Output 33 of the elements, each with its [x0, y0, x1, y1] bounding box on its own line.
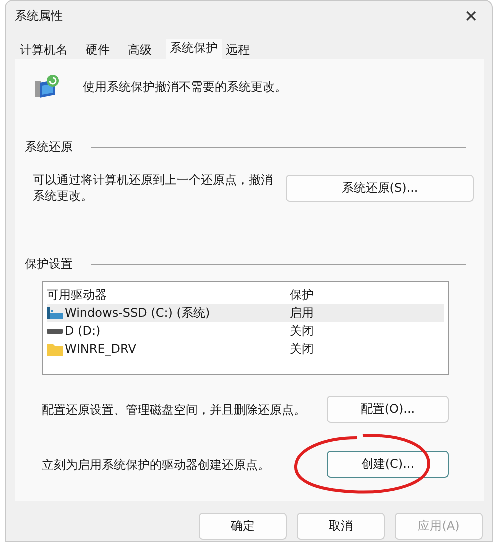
- restore-description: 可以通过将计算机还原到上一个还原点，撤消系统更改。: [33, 172, 274, 204]
- drive-name: D (D:): [65, 324, 101, 338]
- drive-row[interactable]: D (D:) 关闭: [47, 322, 444, 340]
- create-description: 立刻为启用系统保护的驱动器创建还原点。: [42, 456, 271, 472]
- protection-status: 关闭: [290, 322, 314, 340]
- drive-icon: [47, 307, 63, 319]
- window-title: 系统属性: [15, 8, 63, 24]
- tab[interactable]: 系统保护: [166, 39, 222, 59]
- drive-icon: [47, 328, 63, 334]
- protection-status: 启用: [290, 304, 314, 322]
- tab[interactable]: 远程: [222, 41, 254, 59]
- column-header[interactable]: 保护: [290, 286, 314, 304]
- dialog-button[interactable]: 确定: [199, 513, 287, 540]
- group-title: 系统还原: [25, 139, 73, 156]
- configure-description: 配置还原设置、管理磁盘空间，并且删除还原点。: [42, 402, 307, 418]
- system-restore-button[interactable]: 系统还原(S)...: [286, 174, 474, 202]
- drive-row[interactable]: Windows-SSD (C:) (系统) 启用: [47, 304, 444, 322]
- drive-name: WINRE_DRV: [65, 342, 136, 356]
- column-header[interactable]: 可用驱动器: [47, 286, 290, 304]
- dialog-button[interactable]: 取消: [297, 513, 385, 540]
- group-title: 保护设置: [25, 256, 73, 273]
- tab[interactable]: 计算机名: [16, 41, 72, 59]
- folder-icon: [47, 342, 63, 356]
- computer-shield-icon: [33, 73, 61, 101]
- configure-button[interactable]: 配置(O)...: [326, 396, 449, 423]
- drive-name: Windows-SSD (C:) (系统): [65, 304, 210, 322]
- close-icon[interactable]: ✕: [458, 6, 484, 26]
- tab[interactable]: 高级: [124, 41, 156, 59]
- drive-row[interactable]: WINRE_DRV 关闭: [47, 340, 444, 358]
- create-button[interactable]: 创建(C)...: [326, 451, 449, 478]
- tab[interactable]: 硬件: [82, 41, 114, 59]
- intro-text: 使用系统保护撤消不需要的系统更改。: [83, 78, 287, 96]
- protection-status: 关闭: [290, 340, 314, 358]
